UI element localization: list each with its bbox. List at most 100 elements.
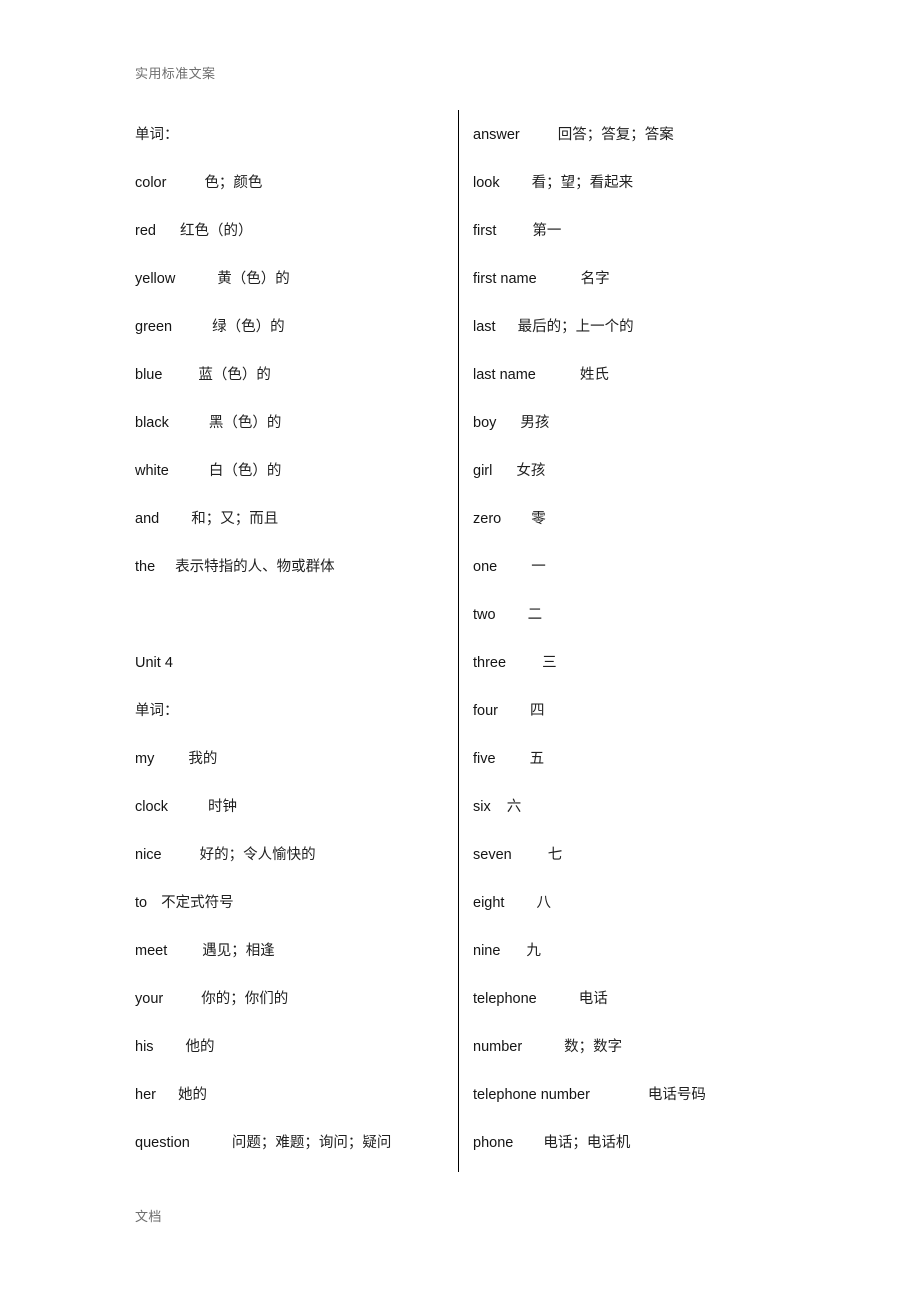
vocabulary-entry: black 黑（色）的 [135, 414, 445, 462]
entry-term: to [135, 895, 148, 911]
entry-term: last name [473, 367, 536, 383]
entry-term: nine [473, 943, 501, 959]
entry-term: five [473, 751, 496, 767]
entry-term: six [473, 799, 491, 815]
entry-term: last [473, 319, 496, 335]
entry-gloss: 九 [526, 943, 541, 959]
vocabulary-entry: seven 七 [473, 846, 893, 894]
entry-term: zero [473, 511, 502, 527]
entry-gloss: 不定式符号 [161, 895, 234, 911]
entry-term: number [473, 1039, 523, 1055]
vocabulary-entry: girl 女孩 [473, 462, 893, 510]
entry-gloss: 姓氏 [579, 367, 609, 383]
entry-gloss: 零 [531, 511, 546, 527]
vocabulary-entry: four 四 [473, 702, 893, 750]
entry-term: my [135, 751, 155, 767]
unit-heading: Unit 4 [135, 654, 445, 702]
entry-term: phone [473, 1135, 514, 1151]
entry-term: two [473, 607, 496, 623]
entry-gloss: 女孩 [516, 463, 546, 479]
entry-term: girl [473, 463, 493, 479]
vocabulary-entry: three 三 [473, 654, 893, 702]
vocabulary-entry: first 第一 [473, 222, 893, 270]
entry-gloss: 看；望；看起来 [531, 175, 634, 191]
section-label: 单词： [135, 702, 445, 750]
entry-term: blue [135, 367, 163, 383]
entry-gloss: 好的；令人愉快的 [199, 847, 316, 863]
entry-gloss: 四 [530, 703, 545, 719]
entry-gloss: 黄（色）的 [217, 271, 290, 287]
two-column-body: 单词： color 色；颜色 red 红色（的） yellow 黄（色）的 green 绿（色）… [0, 0, 920, 1303]
entry-gloss: 三 [542, 655, 557, 671]
entry-term: meet [135, 943, 168, 959]
entry-term: her [135, 1087, 156, 1103]
vocabulary-entry: question 问题；难题；询问；疑问 [135, 1134, 445, 1182]
entry-term: eight [473, 895, 505, 911]
entry-term: yellow [135, 271, 176, 287]
vocabulary-entry: red 红色（的） [135, 222, 445, 270]
entry-gloss: 色；颜色 [204, 175, 263, 191]
entry-term: clock [135, 799, 169, 815]
vocabulary-entry: telephone 电话 [473, 990, 893, 1038]
vocabulary-entry: clock 时钟 [135, 798, 445, 846]
vocabulary-entry: yellow 黄（色）的 [135, 270, 445, 318]
vocabulary-entry: one 一 [473, 558, 893, 606]
entry-gloss: 你的；你们的 [201, 991, 289, 1007]
entry-term: first name [473, 271, 537, 287]
entry-gloss: 电话 [578, 991, 608, 1007]
entry-gloss: 和；又；而且 [191, 511, 279, 527]
entry-term: four [473, 703, 498, 719]
section-label-text: 单词： [135, 703, 179, 719]
vocabulary-entry: zero 零 [473, 510, 893, 558]
vocabulary-entry: white 白（色）的 [135, 462, 445, 510]
vocabulary-entry: boy 男孩 [473, 414, 893, 462]
entry-term: green [135, 319, 173, 335]
entry-gloss: 最后的；上一个的 [517, 319, 634, 335]
unit-heading-text: Unit 4 [135, 655, 173, 671]
entry-term: telephone [473, 991, 537, 1007]
vocabulary-entry: color 色；颜色 [135, 174, 445, 222]
vocabulary-entry: green 绿（色）的 [135, 318, 445, 366]
vocabulary-entry: blue 蓝（色）的 [135, 366, 445, 414]
entry-gloss: 名字 [580, 271, 610, 287]
entry-gloss: 一 [531, 559, 546, 575]
entry-term: white [135, 463, 169, 479]
entry-term: answer [473, 127, 520, 143]
vocabulary-entry: to 不定式符号 [135, 894, 445, 942]
entry-term: look [473, 175, 500, 191]
entry-gloss: 回答；答复；答案 [557, 127, 674, 143]
vocabulary-entry: nine 九 [473, 942, 893, 990]
vocabulary-entry: telephone number 电话号码 [473, 1086, 893, 1134]
vocabulary-entry: my 我的 [135, 750, 445, 798]
entry-term: seven [473, 847, 512, 863]
vocabulary-entry: number 数；数字 [473, 1038, 893, 1086]
entry-term: and [135, 511, 160, 527]
page-footer-text: 文档 [135, 1210, 162, 1225]
entry-term: question [135, 1135, 190, 1151]
entry-gloss: 八 [536, 895, 551, 911]
entry-gloss: 五 [529, 751, 545, 767]
entry-gloss: 第一 [532, 223, 562, 239]
entry-gloss: 电话号码 [647, 1087, 706, 1103]
vocabulary-entry: two 二 [473, 606, 893, 654]
vocabulary-entry: look 看；望；看起来 [473, 174, 893, 222]
entry-gloss: 数；数字 [564, 1039, 623, 1055]
entry-term: telephone number [473, 1087, 590, 1103]
vocabulary-entry: phone 电话；电话机 [473, 1134, 893, 1182]
vocabulary-entry: six 六 [473, 798, 893, 846]
right-column: answer 回答；答复；答案 look 看；望；看起来 first 第一 first na… [473, 126, 893, 1182]
entry-term: red [135, 223, 156, 239]
vocabulary-entry: last 最后的；上一个的 [473, 318, 893, 366]
vocabulary-entry: nice 好的；令人愉快的 [135, 846, 445, 894]
section-label-text: 单词： [135, 127, 179, 143]
entry-gloss: 蓝（色）的 [198, 367, 271, 383]
entry-term: three [473, 655, 507, 671]
vocabulary-entry: eight 八 [473, 894, 893, 942]
entry-gloss: 黑（色）的 [208, 415, 282, 431]
entry-gloss: 红色（的） [179, 223, 253, 239]
entry-gloss: 男孩 [520, 415, 550, 431]
entry-gloss: 他的 [185, 1039, 215, 1055]
vocabulary-entry: the 表示特指的人、物或群体 [135, 558, 445, 606]
vocabulary-entry: five 五 [473, 750, 893, 798]
